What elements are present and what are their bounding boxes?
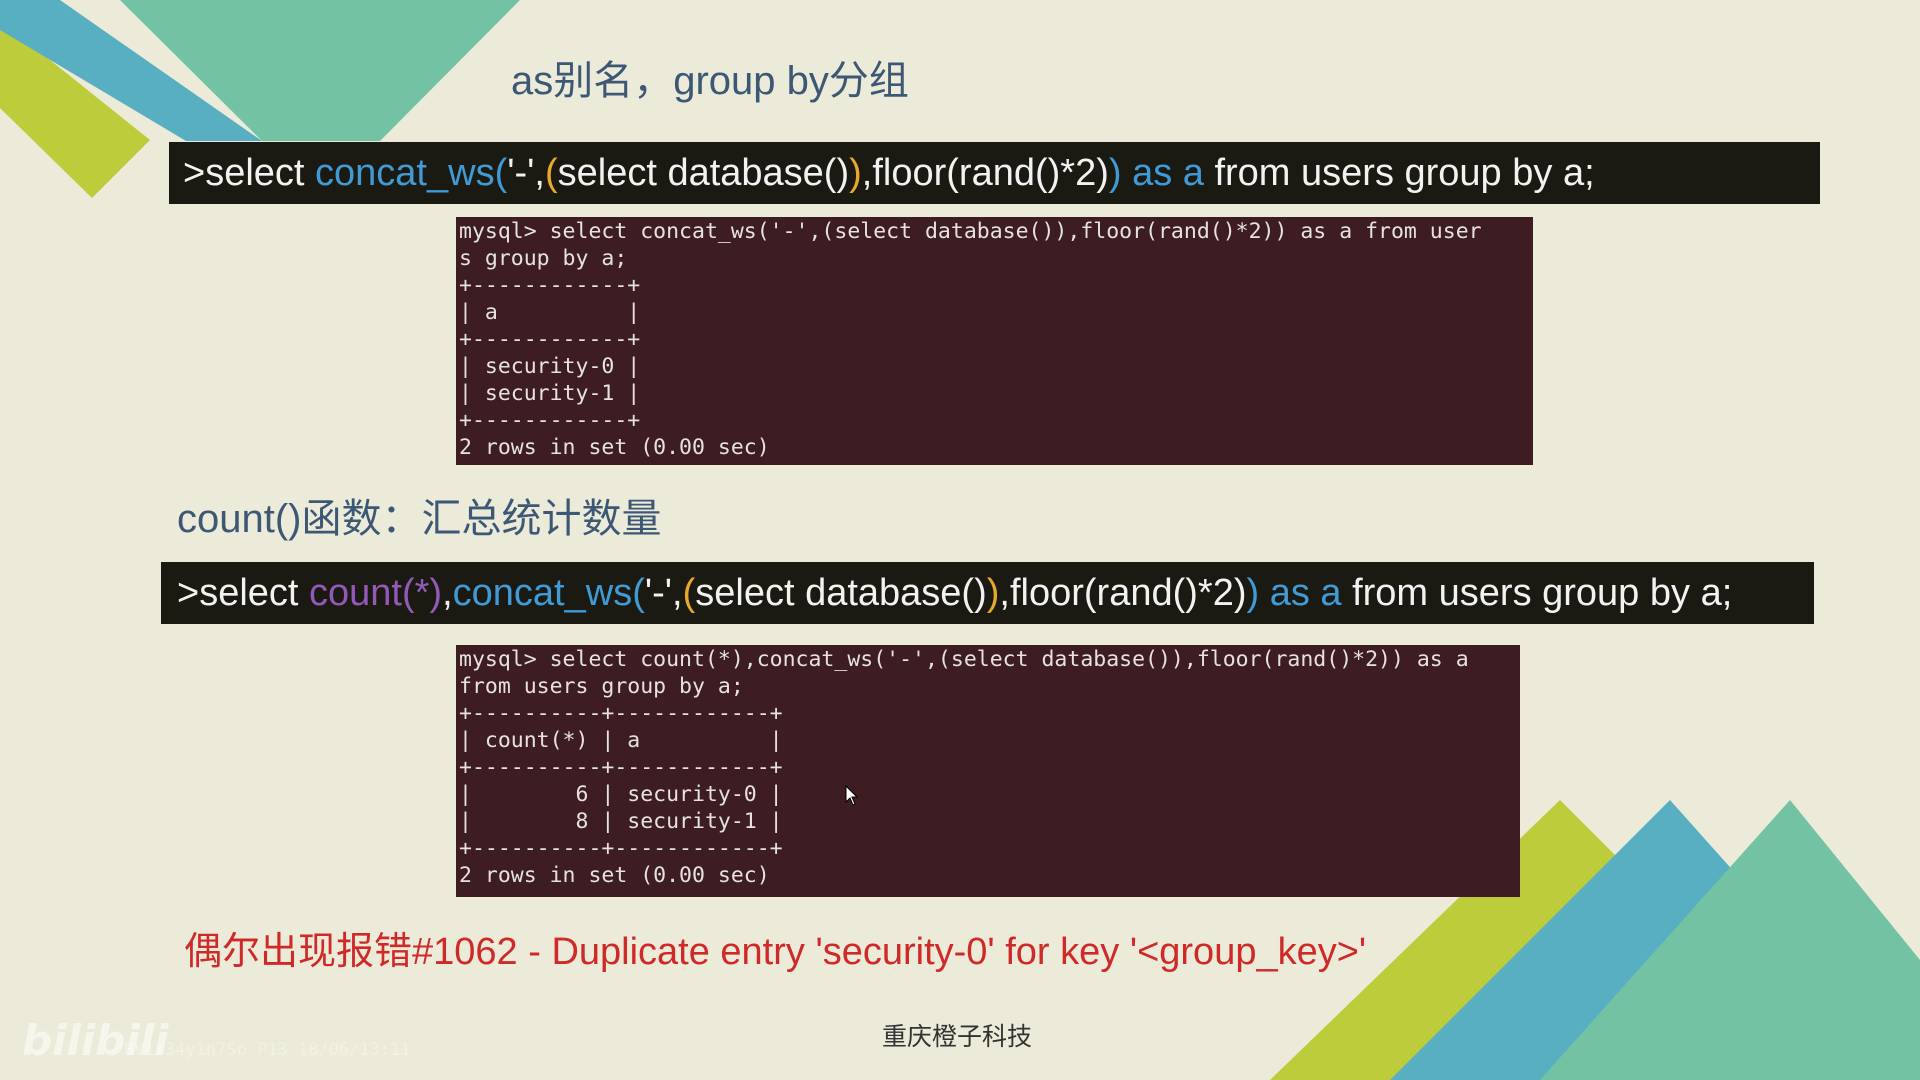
terminal-line: | security-0 | [459, 354, 641, 379]
cmd-from-group-by: from users group by a; [1341, 572, 1733, 614]
terminal-line: | a | [459, 300, 641, 325]
section-subtitle: count()函数：汇总统计数量 [177, 497, 662, 541]
terminal-line: +----------+------------+ [459, 701, 783, 726]
terminal-line: | count(*) | a | [459, 728, 783, 753]
terminal-line: mysql> select count(*),concat_ws('-',(se… [459, 647, 1469, 672]
cmd-close-concat: ) [1246, 572, 1260, 614]
cmd-count: count(*) [309, 572, 443, 614]
cmd-close-paren: ) [986, 572, 1000, 614]
cmd-from-group-by: from users group by a; [1203, 152, 1595, 194]
cmd-floor-rand: ,floor(rand()*2) [861, 152, 1109, 194]
cmd-close-paren: ) [849, 152, 862, 194]
terminal-line: s group by a; [459, 246, 628, 271]
terminal-line: 2 rows in set (0.00 sec) [459, 863, 770, 888]
watermark-code: BV1r34y1h7So P13 18/06/13:11 [124, 1040, 411, 1060]
terminal-line: +----------+------------+ [459, 836, 783, 861]
terminal-line: | 8 | security-1 | [459, 809, 783, 834]
terminal-line: | security-1 | [459, 381, 641, 406]
command-bar-count: >select count(*),concat_ws('-',(select d… [161, 562, 1814, 624]
cmd-floor-rand: ,floor(rand()*2) [999, 572, 1247, 614]
terminal-line: +------------+ [459, 408, 641, 433]
terminal-output-count: mysql> select count(*),concat_ws('-',(se… [456, 645, 1520, 897]
cmd-open-paren: ( [682, 572, 696, 614]
terminal-line: +------------+ [459, 327, 641, 352]
cmd-concat-ws: concat_ws( [315, 152, 508, 194]
cmd-prompt: >select [177, 572, 310, 614]
cmd-open-paren: ( [544, 152, 558, 194]
cmd-close-concat: ) [1108, 152, 1122, 194]
cmd-separator: '-', [507, 152, 545, 194]
terminal-line: mysql> select concat_ws('-',(select data… [459, 219, 1482, 244]
cmd-as-alias: as a [1259, 572, 1342, 614]
terminal-output-group-by: mysql> select concat_ws('-',(select data… [456, 217, 1533, 465]
mouse-pointer-icon [845, 785, 859, 806]
error-message: 偶尔出现报错#1062 - Duplicate entry 'security-… [184, 931, 1367, 973]
footer-company: 重庆橙子科技 [882, 1022, 1033, 1051]
terminal-line: | 6 | security-0 | [459, 782, 783, 807]
terminal-line: +----------+------------+ [459, 755, 783, 780]
cmd-comma: , [442, 572, 453, 614]
cmd-subquery: select database() [695, 572, 987, 614]
slide-title: as别名，group by分组 [511, 59, 909, 103]
cmd-as-alias: as a [1121, 152, 1204, 194]
cmd-prompt: >select [183, 152, 316, 194]
cmd-separator: '-', [644, 572, 683, 614]
terminal-line: from users group by a; [459, 674, 744, 699]
command-bar-group-by: >select concat_ws('-',(select database()… [169, 142, 1820, 204]
terminal-line: +------------+ [459, 273, 641, 298]
cmd-subquery: select database() [557, 152, 850, 194]
terminal-line: 2 rows in set (0.00 sec) [459, 435, 770, 460]
cmd-concat-ws: concat_ws( [452, 572, 645, 614]
